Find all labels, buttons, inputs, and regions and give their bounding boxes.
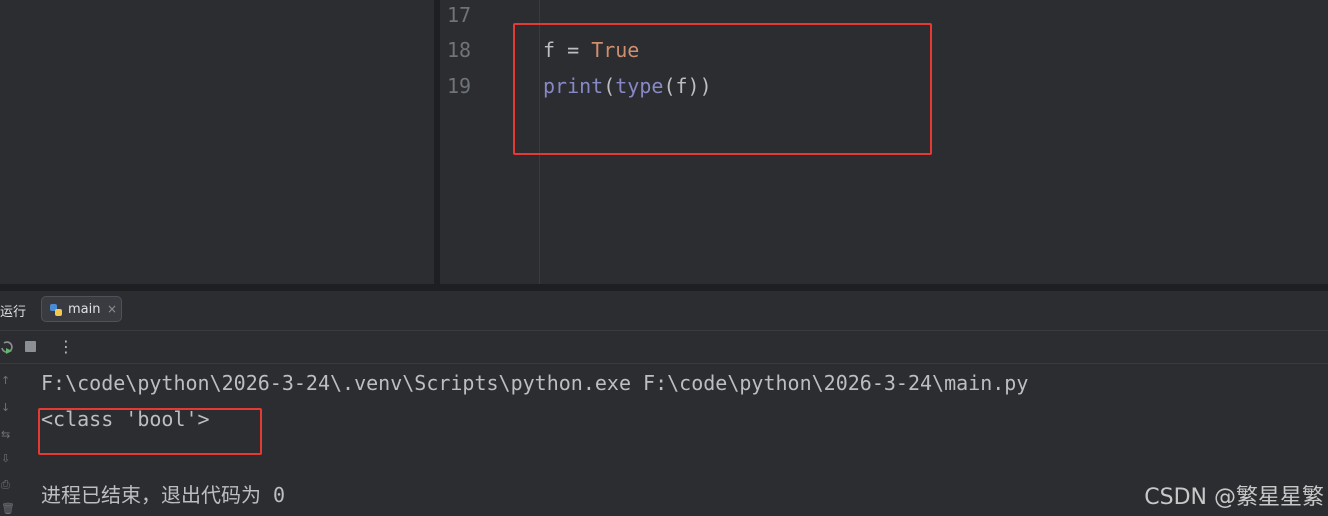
- python-icon: [49, 302, 63, 321]
- console-command-line: F:\code\python\2026-3-24\.venv\Scripts\p…: [41, 371, 1029, 395]
- tab-close-icon[interactable]: ×: [107, 302, 117, 316]
- scroll-down-icon[interactable]: ↓: [1, 401, 10, 414]
- watermark: CSDN @繁星星繁: [1144, 485, 1324, 510]
- print-icon[interactable]: ⎙: [1, 478, 10, 492]
- tab-label: main: [68, 302, 101, 317]
- run-panel-title: 运行: [0, 305, 27, 320]
- rerun-icon[interactable]: [0, 339, 14, 359]
- soft-wrap-icon[interactable]: ⇆: [1, 428, 10, 441]
- scroll-to-end-icon[interactable]: ⇩: [1, 452, 10, 465]
- line-number-18: 18: [447, 38, 472, 62]
- code-highlight-box: [513, 23, 932, 155]
- stop-icon[interactable]: [25, 341, 36, 352]
- scroll-up-icon[interactable]: ↑: [1, 374, 10, 387]
- more-options-icon[interactable]: ⋮: [58, 337, 74, 356]
- output-highlight-box: [38, 408, 262, 455]
- run-toolbar: [0, 331, 1328, 364]
- line-number-19: 19: [447, 74, 472, 98]
- line-number-17: 17: [447, 3, 472, 27]
- trash-icon[interactable]: 🗑: [1, 502, 15, 515]
- project-panel: [0, 0, 434, 284]
- console-exit-message: 进程已结束，退出代码为 0: [41, 483, 286, 507]
- horizontal-divider[interactable]: [0, 284, 1328, 291]
- run-panel-header: [0, 291, 1328, 331]
